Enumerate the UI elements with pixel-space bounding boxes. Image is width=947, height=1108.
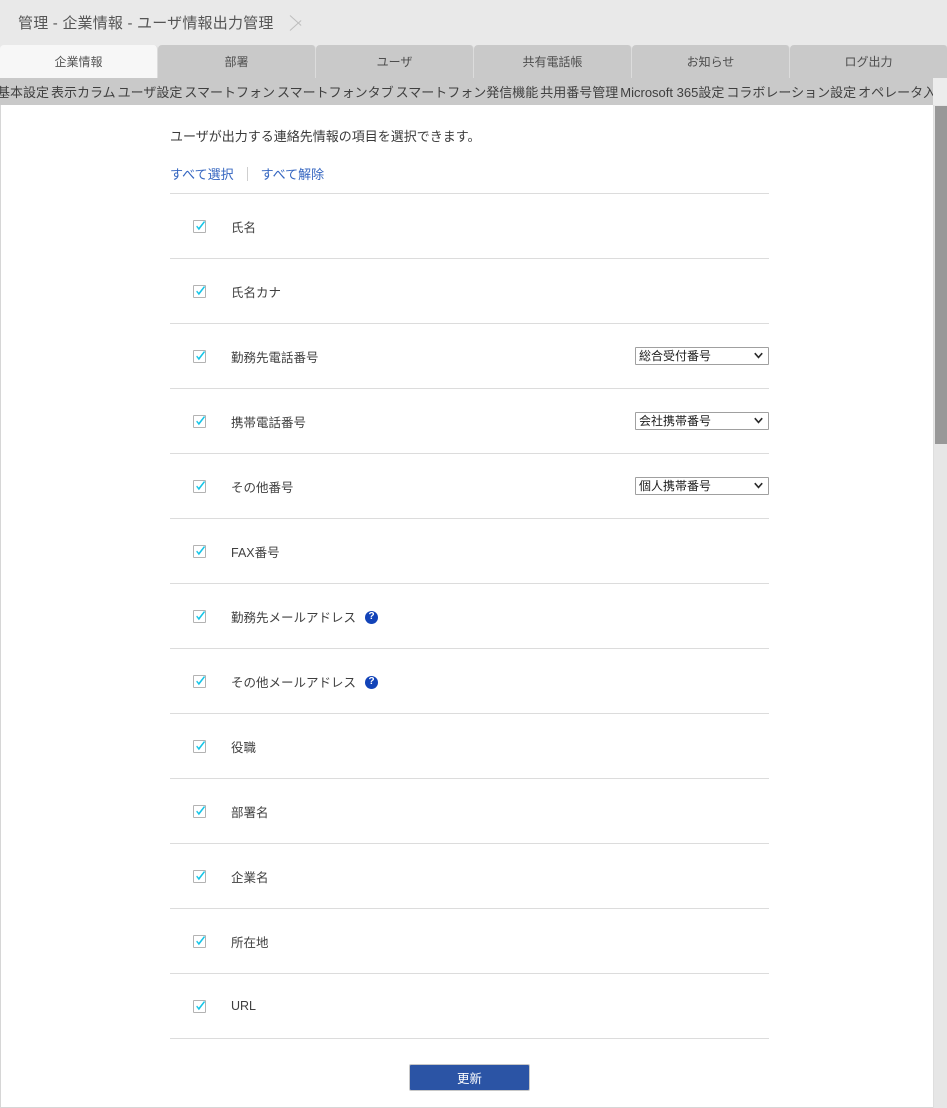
subnav-item-5[interactable]: スマートフォンタブ: [276, 78, 395, 105]
tab-6[interactable]: ログ出力: [790, 45, 947, 78]
select-all-link[interactable]: すべて選択: [170, 164, 234, 183]
subnav-item-6[interactable]: スマートフォン発信機能: [395, 78, 540, 105]
breadcrumb-bar: 管理 - 企業情報 - ユーザ情報出力管理: [0, 0, 947, 45]
field-select-wrapper: 総合受付番号会社携帯番号個人携帯番号: [635, 347, 769, 365]
field-row: その他番号 総合受付番号会社携帯番号個人携帯番号: [170, 454, 769, 519]
subnav-item-2[interactable]: 表示カラム: [50, 78, 117, 105]
form-footer: 更新: [170, 1039, 769, 1091]
field-label: その他メールアドレス: [231, 675, 357, 690]
tab-list: 企業情報 部署 ユーザ 共有電話帳 お知らせ ログ出力: [0, 45, 947, 78]
field-row: 企業名: [170, 844, 769, 909]
field-label: 勤務先電話番号: [231, 350, 319, 365]
field-row: 所在地: [170, 909, 769, 974]
field-checkbox[interactable]: [193, 349, 206, 363]
subnav-item-7[interactable]: 共用番号管理: [539, 78, 619, 105]
subnav-item-label: スマートフォン: [184, 85, 276, 100]
subnav-item-label: ユーザ設定: [117, 85, 183, 100]
tab-label: 共有電話帳: [522, 55, 583, 69]
scrollbar-corner: [933, 78, 947, 105]
tab-label: 部署: [224, 55, 249, 69]
field-select-wrapper: 総合受付番号会社携帯番号個人携帯番号: [635, 477, 769, 495]
field-row: 役職: [170, 714, 769, 779]
subnav-item-label: 基本設定: [0, 85, 50, 100]
field-label: 勤務先メールアドレス: [231, 610, 357, 625]
subnav-item-8[interactable]: Microsoft 365設定: [619, 78, 725, 105]
subnav-item-4[interactable]: スマートフォン: [183, 78, 276, 105]
field-label: 役職: [231, 740, 257, 755]
field-label: 部署名: [231, 805, 269, 820]
field-checkbox[interactable]: [193, 804, 206, 818]
subnav-item-label: 共用番号管理: [540, 85, 619, 100]
help-icon[interactable]: ?: [365, 610, 379, 624]
field-row: FAX番号: [170, 519, 769, 584]
subnav-item-label: 表示カラム: [51, 85, 116, 100]
field-row: 携帯電話番号 総合受付番号会社携帯番号個人携帯番号: [170, 389, 769, 454]
subnav-item-label: Microsoft 365設定: [620, 85, 725, 100]
field-label: その他番号: [231, 480, 294, 495]
breadcrumb[interactable]: 管理 - 企業情報 - ユーザ情報出力管理: [0, 0, 320, 45]
field-checkbox[interactable]: [193, 609, 206, 623]
field-row: URL: [170, 974, 769, 1039]
clear-all-link[interactable]: すべて解除: [261, 164, 325, 183]
field-label: 氏名カナ: [231, 285, 282, 300]
subnav-item-label: スマートフォン発信機能: [395, 85, 539, 100]
field-label: FAX番号: [231, 545, 280, 560]
field-label: URL: [231, 999, 257, 1013]
field-row: 勤務先メールアドレス?: [170, 584, 769, 649]
page-description: ユーザが出力する連絡先情報の項目を選択できます。: [170, 129, 481, 144]
field-label: 所在地: [231, 935, 269, 950]
field-row: 氏名: [170, 194, 769, 259]
subnav-item-label: スマートフォンタブ: [277, 85, 394, 100]
bulk-action-links: すべて選択 すべて解除: [170, 145, 770, 193]
field-checkbox[interactable]: [193, 999, 206, 1013]
vertical-scrollbar[interactable]: [933, 105, 947, 1108]
field-checkbox[interactable]: [193, 544, 206, 558]
tab-label: 企業情報: [54, 55, 103, 69]
update-button[interactable]: 更新: [409, 1064, 530, 1091]
field-row: 勤務先電話番号 総合受付番号会社携帯番号個人携帯番号: [170, 324, 769, 389]
tab-5[interactable]: お知らせ: [632, 45, 790, 78]
field-checkbox[interactable]: [193, 739, 206, 753]
field-label: 氏名: [231, 220, 257, 235]
field-checkbox[interactable]: [193, 934, 206, 948]
field-row: その他メールアドレス?: [170, 649, 769, 714]
tab-bar: 企業情報 部署 ユーザ 共有電話帳 お知らせ ログ出力: [0, 45, 947, 78]
field-label: 企業名: [231, 870, 269, 885]
field-checkbox[interactable]: [193, 284, 206, 298]
field-checkbox[interactable]: [193, 674, 206, 688]
tab-4[interactable]: 共有電話帳: [474, 45, 632, 78]
divider: [246, 166, 248, 181]
field-checkbox[interactable]: [193, 414, 206, 428]
tab-label: お知らせ: [686, 55, 735, 69]
tab-2[interactable]: 部署: [158, 45, 316, 78]
subnav-item-label: コラボレーション設定: [726, 85, 857, 100]
help-icon[interactable]: ?: [365, 675, 379, 689]
sub-navigation: 基本設定 表示カラム ユーザ設定 スマートフォン スマートフォンタブ スマートフォン発信機…: [0, 78, 947, 105]
field-checkbox[interactable]: [193, 479, 206, 493]
field-select-wrapper: 総合受付番号会社携帯番号個人携帯番号: [635, 412, 769, 430]
field-select[interactable]: 総合受付番号会社携帯番号個人携帯番号: [635, 477, 769, 495]
tab-label: ユーザ: [376, 55, 413, 69]
subnav-item-3[interactable]: ユーザ設定: [117, 78, 184, 105]
breadcrumb-text: 管理 - 企業情報 - ユーザ情報出力管理: [18, 15, 274, 32]
tab-3[interactable]: ユーザ: [316, 45, 474, 78]
field-checkbox[interactable]: [193, 869, 206, 883]
field-row: 部署名: [170, 779, 769, 844]
field-row: 氏名カナ: [170, 259, 769, 324]
content-panel: ユーザが出力する連絡先情報の項目を選択できます。 すべて選択 すべて解除 氏名氏…: [0, 105, 947, 1108]
subnav-item-9[interactable]: コラボレーション設定: [725, 78, 857, 105]
field-select[interactable]: 総合受付番号会社携帯番号個人携帯番号: [635, 412, 769, 430]
tab-label: ログ出力: [844, 55, 893, 69]
subnav-item-1[interactable]: 基本設定: [0, 78, 50, 105]
tab-1[interactable]: 企業情報: [0, 45, 158, 78]
field-checkbox[interactable]: [193, 219, 206, 233]
field-list: 氏名氏名カナ勤務先電話番号総合受付番号会社携帯番号個人携帯番号携帯電話番号総合受…: [170, 193, 769, 1039]
field-select[interactable]: 総合受付番号会社携帯番号個人携帯番号: [635, 347, 769, 365]
scrollbar-thumb[interactable]: [935, 106, 947, 444]
chevron-right-icon: [288, 0, 310, 45]
field-label: 携帯電話番号: [231, 415, 307, 430]
